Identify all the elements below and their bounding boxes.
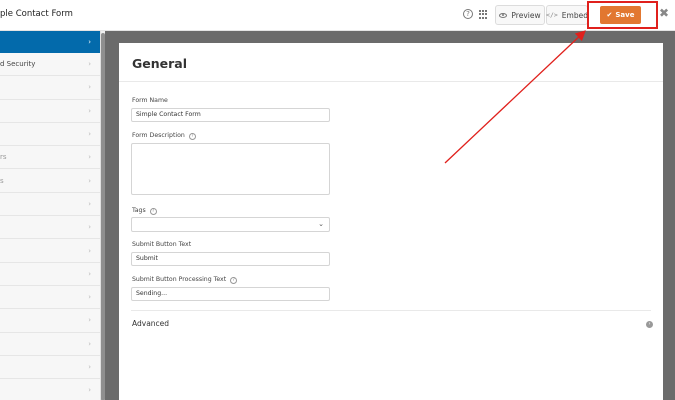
- save-button[interactable]: ✔ Save: [600, 6, 641, 24]
- chevron-right-icon[interactable]: ›: [646, 321, 653, 328]
- form-title: ple Contact Form: [0, 9, 73, 19]
- help-icon[interactable]: ?: [463, 9, 473, 19]
- sidebar-item[interactable]: ›: [0, 356, 100, 380]
- form-description-label: Form Description?: [132, 132, 196, 140]
- sidebar-item[interactable]: ›: [0, 333, 100, 356]
- sidebar-item-label: s: [0, 176, 4, 185]
- sidebar-item[interactable]: ›: [0, 263, 100, 286]
- chevron-right-icon: ›: [88, 363, 91, 371]
- submit-button-text-label: Submit Button Text: [132, 241, 192, 248]
- tags-label: Tags?: [132, 207, 157, 215]
- sidebar-item[interactable]: ›: [0, 216, 100, 240]
- chevron-right-icon: ›: [88, 316, 91, 325]
- help-icon[interactable]: ?: [149, 208, 157, 215]
- preview-button[interactable]: Preview: [495, 5, 545, 25]
- page-title: General: [132, 56, 187, 71]
- sidebar-item[interactable]: d Security ›: [0, 53, 100, 77]
- sidebar-item[interactable]: ›: [0, 379, 100, 400]
- sidebar-item[interactable]: s ›: [0, 169, 100, 193]
- sidebar-item[interactable]: ›: [0, 239, 100, 263]
- embed-label: Embed: [561, 10, 588, 20]
- save-label: Save: [615, 11, 635, 19]
- sidebar-item[interactable]: ›: [0, 286, 100, 310]
- chevron-right-icon: ›: [88, 269, 91, 278]
- chevron-right-icon: ›: [88, 38, 91, 46]
- help-icon[interactable]: ?: [230, 277, 238, 284]
- sidebar-item[interactable]: ›: [0, 100, 100, 123]
- chevron-right-icon: ›: [88, 130, 91, 139]
- help-icon[interactable]: ?: [188, 133, 196, 140]
- embed-button[interactable]: </> Embed: [546, 5, 588, 25]
- preview-label: Preview: [511, 10, 541, 20]
- tags-select[interactable]: ⌄: [131, 217, 330, 232]
- chevron-right-icon: ›: [88, 246, 91, 255]
- form-name-input[interactable]: Simple Contact Form: [131, 108, 330, 122]
- apps-grid-icon[interactable]: [479, 10, 488, 19]
- processing-text-label: Submit Button Processing Text?: [132, 276, 238, 284]
- sidebar-item[interactable]: ›: [0, 76, 100, 100]
- sidebar-item[interactable]: ›: [0, 309, 100, 333]
- top-bar: ple Contact Form ? Preview </> Embed ✔ S…: [0, 0, 675, 31]
- chevron-right-icon: ›: [88, 386, 91, 395]
- code-icon: </>: [546, 11, 558, 19]
- chevron-right-icon: ›: [88, 199, 91, 208]
- chevron-right-icon: ›: [88, 223, 91, 232]
- processing-text-input[interactable]: Sending...: [131, 287, 330, 301]
- chevron-right-icon: ›: [88, 153, 91, 162]
- checkmark-icon: ✔: [606, 11, 613, 19]
- advanced-section-toggle[interactable]: Advanced: [132, 319, 169, 328]
- eye-icon: [499, 12, 508, 18]
- chevron-right-icon: ›: [88, 106, 91, 115]
- sidebar-item[interactable]: rs ›: [0, 146, 100, 170]
- chevron-right-icon: ›: [88, 293, 91, 302]
- sidebar-item[interactable]: ›: [0, 193, 100, 217]
- chevron-down-icon: ⌄: [318, 220, 324, 228]
- sidebar-item[interactable]: ›: [0, 31, 100, 53]
- settings-sidebar: › d Security › › › › rs › s › › › › › › › › › ›: [0, 31, 101, 400]
- chevron-right-icon: ›: [88, 339, 91, 348]
- form-description-textarea[interactable]: [131, 143, 330, 195]
- general-settings-panel: General Form Name Simple Contact Form Fo…: [119, 43, 663, 400]
- submit-button-text-input[interactable]: Submit: [131, 252, 330, 266]
- chevron-right-icon: ›: [88, 60, 91, 69]
- chevron-right-icon: ›: [88, 176, 91, 185]
- sidebar-item[interactable]: ›: [0, 123, 100, 147]
- form-name-label: Form Name: [132, 97, 168, 104]
- divider: [119, 81, 663, 82]
- close-icon[interactable]: ✖: [659, 6, 669, 20]
- sidebar-item-label: d Security: [0, 60, 36, 69]
- divider: [131, 310, 651, 311]
- sidebar-item-label: rs: [0, 153, 7, 162]
- chevron-right-icon: ›: [88, 83, 91, 92]
